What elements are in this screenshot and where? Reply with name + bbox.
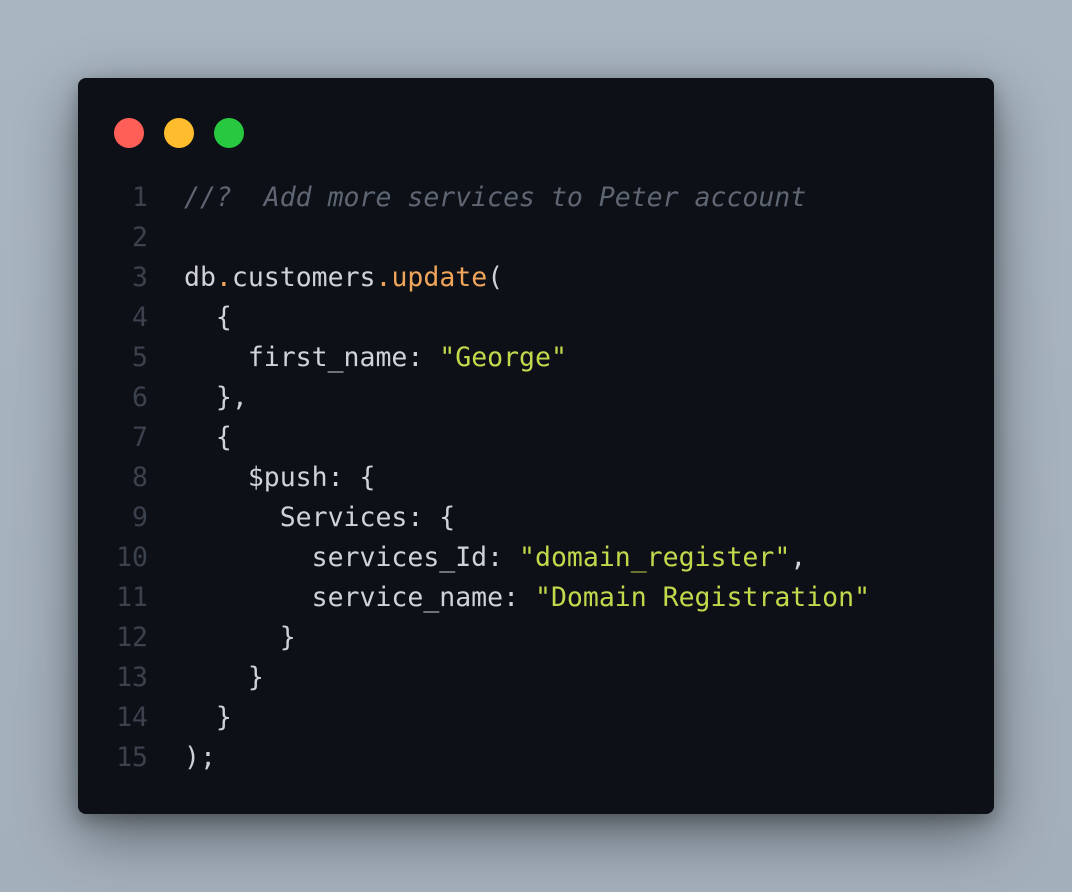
code-block: 1 //? Add more services to Peter account 2… bbox=[78, 178, 994, 778]
code-line: 2 bbox=[78, 218, 994, 258]
code-line: 6 }, bbox=[78, 378, 994, 418]
code-token: , bbox=[790, 542, 807, 573]
line-text: }, bbox=[184, 378, 248, 418]
line-number: 4 bbox=[132, 302, 148, 333]
line-text: { bbox=[184, 418, 232, 458]
line-text: db.customers.update( bbox=[184, 258, 503, 298]
code-token: }, bbox=[184, 382, 248, 413]
line-text: $push: { bbox=[184, 458, 376, 498]
code-line: 10 services_Id: "domain_register", bbox=[78, 538, 994, 578]
code-token: } bbox=[184, 622, 296, 653]
code-token: . bbox=[375, 262, 392, 293]
code-token: "domain_register" bbox=[519, 542, 791, 573]
line-number: 13 bbox=[116, 662, 148, 693]
code-token: service_name: bbox=[184, 582, 535, 613]
code-token: "Domain Registration" bbox=[535, 582, 871, 613]
code-line: 12 } bbox=[78, 618, 994, 658]
code-token: db bbox=[184, 262, 216, 293]
code-token: first_name: bbox=[184, 342, 440, 373]
line-text: Services: { bbox=[184, 498, 456, 538]
line-text: //? Add more services to Peter account bbox=[184, 178, 806, 218]
code-token: } bbox=[184, 702, 232, 733]
line-text: service_name: "Domain Registration" bbox=[184, 578, 870, 618]
code-token: $push: { bbox=[184, 462, 376, 493]
code-line: 13 } bbox=[78, 658, 994, 698]
line-text: ); bbox=[184, 738, 216, 778]
code-token: ); bbox=[184, 742, 216, 773]
line-number: 7 bbox=[132, 422, 148, 453]
line-number: 14 bbox=[116, 702, 148, 733]
code-token: services_Id: bbox=[184, 542, 520, 573]
code-line: 15); bbox=[78, 738, 994, 778]
code-line: 5 first_name: "George" bbox=[78, 338, 994, 378]
line-number: 11 bbox=[116, 582, 148, 613]
line-number: 15 bbox=[116, 742, 148, 773]
code-line: 9 Services: { bbox=[78, 498, 994, 538]
code-token: //? Add more services to Peter account bbox=[184, 182, 807, 213]
code-token: Services: { bbox=[184, 502, 456, 533]
line-text: first_name: "George" bbox=[184, 338, 567, 378]
line-number: 2 bbox=[132, 222, 148, 253]
code-line: 4 { bbox=[78, 298, 994, 338]
maximize-button[interactable] bbox=[214, 118, 244, 148]
line-number: 12 bbox=[116, 622, 148, 653]
line-number: 1 bbox=[132, 182, 148, 213]
line-text: } bbox=[184, 618, 296, 658]
code-token: ( bbox=[487, 262, 504, 293]
code-line: 1 //? Add more services to Peter account bbox=[78, 178, 994, 218]
code-token: customers bbox=[231, 262, 376, 293]
code-token: } bbox=[184, 662, 264, 693]
line-text: services_Id: "domain_register", bbox=[184, 538, 807, 578]
code-line: 7 { bbox=[78, 418, 994, 458]
line-text: } bbox=[184, 698, 232, 738]
code-line: 8 $push: { bbox=[78, 458, 994, 498]
code-line: 11 service_name: "Domain Registration" bbox=[78, 578, 994, 618]
line-number: 8 bbox=[132, 462, 148, 493]
code-token: { bbox=[184, 302, 232, 333]
code-window: 1 //? Add more services to Peter account 2… bbox=[78, 78, 994, 814]
code-token: . bbox=[215, 262, 232, 293]
code-line: 3 db.customers.update( bbox=[78, 258, 994, 298]
code-token: "George" bbox=[439, 342, 567, 373]
code-token: { bbox=[184, 422, 232, 453]
code-line: 14 } bbox=[78, 698, 994, 738]
minimize-button[interactable] bbox=[164, 118, 194, 148]
line-number: 10 bbox=[116, 542, 148, 573]
line-number: 9 bbox=[132, 502, 148, 533]
line-number: 5 bbox=[132, 342, 148, 373]
line-number: 6 bbox=[132, 382, 148, 413]
line-text: { bbox=[184, 298, 232, 338]
line-text: } bbox=[184, 658, 264, 698]
line-number: 3 bbox=[132, 262, 148, 293]
close-button[interactable] bbox=[114, 118, 144, 148]
code-token: update bbox=[391, 262, 488, 293]
